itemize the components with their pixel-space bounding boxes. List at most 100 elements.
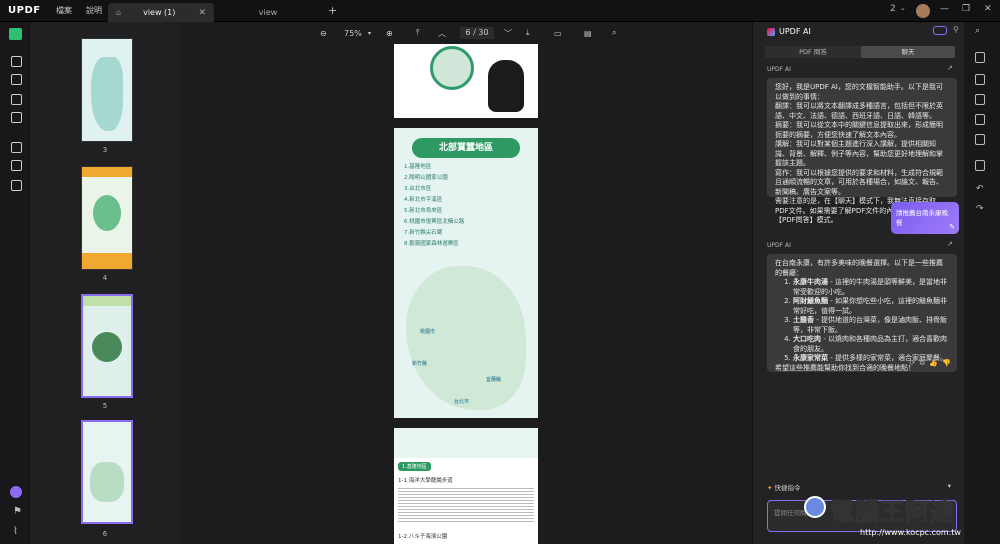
ocr-icon[interactable] <box>11 160 22 171</box>
comment-icon[interactable] <box>11 56 22 67</box>
response-actions: ⟳ ⧉ 👍 👎 <box>909 359 951 369</box>
thumbnail-figure <box>93 195 121 231</box>
convert-icon[interactable] <box>975 52 985 63</box>
map-title: 北部賞蠶地區 <box>412 138 520 158</box>
ai-response-bubble: 在台南永康，有許多美味的晚餐選擇。以下是一些推薦的餐廳： 永康牛肉湯 - 這裡的… <box>767 254 957 372</box>
tab-label: view <box>258 8 278 17</box>
layers-icon[interactable] <box>11 180 22 191</box>
region-item: 8.觀霧國家森林遊樂區 <box>404 241 459 247</box>
reader-mode-icon[interactable] <box>9 28 22 40</box>
restaurant-list: 永康牛肉湯 - 這裡的牛肉湯是頭等鮮美，是當地非常受歡迎的小吃。 阿財鱔魚麵 -… <box>775 278 949 364</box>
watermark-logo-icon <box>804 496 826 518</box>
region-list: 1.基隆地區 2.陽明山國家公園 3.台北市區 4.新北市平溪區 5.新北市烏來… <box>404 162 530 250</box>
thumbs-down-icon[interactable]: 👎 <box>942 359 951 367</box>
tab-home-icon: ⌂ <box>116 8 122 17</box>
minimize-icon[interactable]: — <box>940 4 949 14</box>
tab-chat[interactable]: 聊天 <box>861 46 955 58</box>
edit-icon[interactable] <box>11 74 22 85</box>
page-number-input[interactable]: 6 / 30 <box>460 27 494 39</box>
menu-file[interactable]: 檔案 <box>56 5 72 16</box>
toggle-mode-icon[interactable] <box>933 26 947 35</box>
chevron-down-icon[interactable]: ⌄ <box>900 4 906 12</box>
response-intro: 在台南永康，有許多美味的晚餐選擇。以下是一些推薦的餐廳： <box>775 259 943 277</box>
zoom-chevron-icon[interactable]: ▾ <box>368 30 371 37</box>
current-page: 6 <box>465 28 471 37</box>
ai-panel: UPDF AI ⚲ PDF 問答 聊天 UPDF AI ↗ 您好，我是UPDF … <box>752 22 964 544</box>
tab-view-1[interactable]: ⌂ view (1) ✕ <box>108 3 214 22</box>
ai-mode-tabs: PDF 問答 聊天 <box>765 46 955 58</box>
left-toolbar: ⚑ ⌇ <box>0 22 30 544</box>
prev-page-icon[interactable]: ︿ <box>438 28 446 39</box>
region-item: 1.基隆地區 <box>404 164 432 170</box>
map-label: 桃園市 <box>420 329 436 335</box>
copy-icon[interactable]: ⧉ <box>920 359 925 367</box>
ai-icon[interactable] <box>10 486 22 498</box>
page-layout-icon[interactable]: ▤ <box>584 29 592 38</box>
region-item: 5.新北市烏來區 <box>404 208 443 214</box>
thumbnail-panel: 3 4 5 6 <box>30 22 180 544</box>
pin-icon[interactable]: ⚲ <box>953 25 959 34</box>
attachment-icon[interactable]: ⌇ <box>13 526 18 537</box>
thumbnail-header <box>82 167 132 177</box>
menu-help[interactable]: 說明 <box>86 5 102 16</box>
map-label: 宜蘭縣 <box>486 377 502 383</box>
last-page-icon[interactable]: ⤓ <box>526 28 530 38</box>
page-count-badge[interactable]: 2 <box>890 4 896 14</box>
ocr-icon[interactable] <box>975 74 985 85</box>
avatar[interactable] <box>916 4 930 18</box>
tab-view[interactable]: view <box>218 3 318 22</box>
page-illustration-circle <box>430 46 474 90</box>
thumbnail-header <box>83 296 131 306</box>
quick-command-icon: ✦ <box>767 484 773 492</box>
edit-message-icon[interactable]: ✎ <box>949 223 955 231</box>
pdf-page-7: 1.基隆地區 1-1.海洋大學龍崗步道 1-2.八斗子海濱公園 <box>394 428 538 544</box>
next-page-icon[interactable]: ﹀ <box>504 28 512 39</box>
list-item: 大口吃肉 - 以燒肉和各種肉品為主打，適合喜歡肉食的朋友。 <box>793 335 949 354</box>
protect-icon[interactable] <box>975 94 985 105</box>
thumbs-up-icon[interactable]: 👍 <box>929 359 938 367</box>
protect-icon[interactable] <box>11 142 22 153</box>
page-header-band <box>394 428 538 458</box>
zoom-in-icon[interactable]: ⊕ <box>386 29 393 38</box>
thumbnail-number: 4 <box>102 274 108 282</box>
thumbnail-page-5[interactable] <box>81 294 133 398</box>
zoom-out-icon[interactable]: ⊖ <box>320 29 327 38</box>
section-heading: 1-1.海洋大學龍崗步道 <box>398 478 453 484</box>
list-item: 土雞香 - 提供地道的台灣菜，像是滷肉飯、排骨飯等，非常下飯。 <box>793 316 949 335</box>
search-icon[interactable]: ⌕ <box>975 26 980 36</box>
organize-icon[interactable] <box>11 94 22 105</box>
undo-icon[interactable]: ↶ <box>976 184 984 194</box>
redo-icon[interactable]: ↷ <box>976 204 984 214</box>
bookmark-icon[interactable]: ⚑ <box>13 506 22 517</box>
export-icon[interactable]: ↗ <box>947 240 953 248</box>
tab-pdf-qa[interactable]: PDF 問答 <box>765 46 861 58</box>
maximize-icon[interactable]: ❐ <box>962 4 970 14</box>
first-page-icon[interactable]: ⤒ <box>416 28 420 38</box>
form-icon[interactable] <box>11 112 22 123</box>
save-icon[interactable] <box>975 160 985 171</box>
body-text-lines <box>398 486 534 524</box>
new-tab-icon[interactable]: + <box>328 4 337 17</box>
presentation-icon[interactable]: ▭ <box>554 29 562 38</box>
thumbnail-number: 5 <box>102 402 108 410</box>
zoom-select[interactable]: 75% <box>344 29 362 38</box>
close-window-icon[interactable]: ✕ <box>984 4 992 14</box>
thumbnail-page-4[interactable] <box>81 166 133 270</box>
search-icon[interactable]: ⌕ <box>612 28 616 38</box>
share-icon[interactable] <box>975 114 985 125</box>
total-pages: / 30 <box>473 28 489 37</box>
thumbnail-map <box>91 57 123 131</box>
thumbnail-number: 6 <box>102 530 108 538</box>
pdf-page-5 <box>394 44 538 118</box>
export-icon[interactable]: ↗ <box>947 64 953 72</box>
close-tab-icon[interactable]: ✕ <box>198 8 206 18</box>
thumbnail-page-6[interactable] <box>81 420 133 524</box>
thumbnail-map <box>90 462 124 502</box>
ai-label: UPDF AI <box>767 66 791 73</box>
thumbnail-figure <box>92 332 122 362</box>
email-icon[interactable] <box>975 134 985 145</box>
chevron-down-icon: ▾ <box>947 482 951 490</box>
regenerate-icon[interactable]: ⟳ <box>909 359 915 367</box>
updf-logo: UPDF <box>8 5 41 16</box>
thumbnail-page-3[interactable] <box>81 38 133 142</box>
